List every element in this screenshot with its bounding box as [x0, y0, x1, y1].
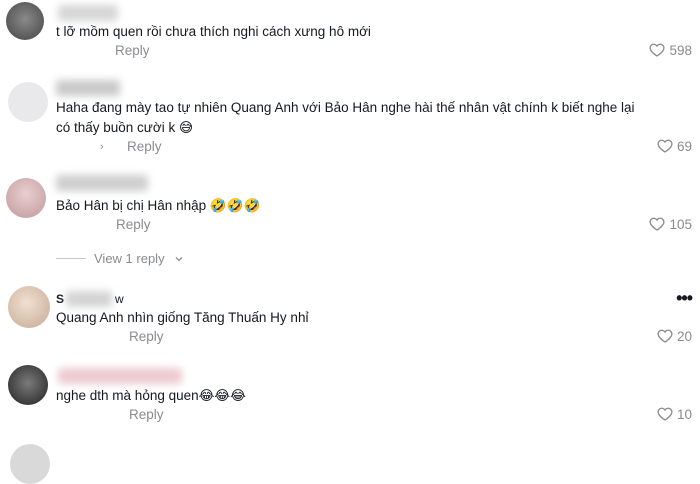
avatar[interactable]: [6, 2, 44, 40]
reply-button[interactable]: Reply: [129, 407, 164, 422]
like-button[interactable]: 10: [657, 406, 692, 422]
divider-line: [56, 258, 86, 259]
username-tail[interactable]: w: [115, 292, 124, 306]
reply-indicator-icon: ›: [100, 141, 104, 153]
like-count: 10: [676, 406, 692, 422]
avatar[interactable]: [8, 286, 50, 328]
avatar[interactable]: [8, 365, 48, 405]
view-replies-label: View 1 reply: [94, 251, 165, 266]
more-options-icon[interactable]: •••: [676, 288, 693, 309]
chevron-down-icon: [175, 256, 183, 261]
heart-outline-icon: [657, 329, 673, 343]
comment-text: Bảo Hân bị chị Hân nhập 🤣🤣🤣: [56, 198, 261, 213]
like-button[interactable]: 598: [649, 42, 692, 58]
heart-outline-icon: [649, 43, 665, 57]
like-count: 105: [669, 216, 692, 232]
comment-text: t lỡ mồm quen rồi chưa thích nghi cách x…: [56, 24, 371, 39]
like-button[interactable]: 69: [657, 138, 692, 154]
avatar-next-partial[interactable]: [10, 444, 50, 484]
comment-text: Quang Anh nhìn giống Tăng Thuấn Hy nhỉ: [56, 310, 309, 325]
avatar[interactable]: [8, 82, 48, 122]
reply-button[interactable]: Reply: [129, 329, 164, 344]
like-count: 598: [669, 42, 692, 58]
username-blurred[interactable]: [56, 175, 148, 191]
avatar[interactable]: [6, 178, 46, 218]
heart-outline-icon: [657, 407, 673, 421]
heart-outline-icon: [657, 139, 673, 153]
view-replies-button[interactable]: View 1 reply: [56, 251, 185, 266]
like-button[interactable]: 20: [657, 328, 692, 344]
username-initial[interactable]: S: [56, 292, 64, 306]
like-count: 20: [676, 328, 692, 344]
username-blurred[interactable]: [56, 80, 120, 96]
comment-text: nghe dth mà hỏng quen😂😂😂: [56, 388, 246, 403]
username-blurred[interactable]: [66, 291, 112, 307]
comment-text: Haha đang mày tao tự nhiên Quang Anh với…: [56, 100, 635, 135]
like-count: 69: [676, 138, 692, 154]
reply-button[interactable]: Reply: [127, 139, 162, 154]
username-blurred[interactable]: [58, 368, 182, 384]
like-button[interactable]: 105: [649, 216, 692, 232]
heart-outline-icon: [649, 217, 665, 231]
reply-button[interactable]: Reply: [116, 217, 151, 232]
username-blurred[interactable]: [58, 5, 118, 21]
reply-button[interactable]: Reply: [115, 43, 150, 58]
